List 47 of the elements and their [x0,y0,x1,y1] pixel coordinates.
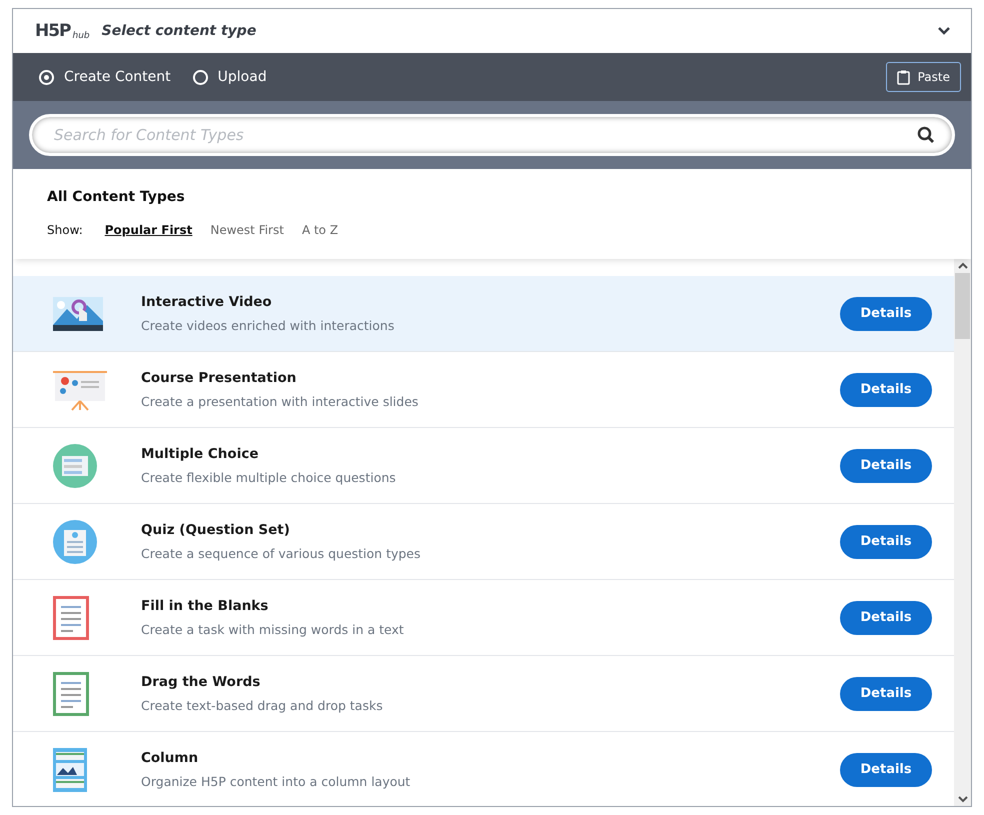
details-button[interactable]: Details [840,448,932,482]
search-icon[interactable] [917,126,935,144]
scrollbar-thumb[interactable] [955,273,970,339]
clipboard-icon [896,70,910,84]
content-type-description: Organize H5P content into a column layout [141,774,412,789]
sort-option-link[interactable]: Popular First [104,223,192,237]
content-type-description: Create a presentation with interactive slides [141,394,420,409]
radio-dot-icon[interactable] [39,70,54,84]
chevron-icon[interactable] [937,26,951,36]
text-page-icon [53,596,89,640]
column-layout-icon [53,748,87,792]
details-button[interactable]: Details [840,524,932,558]
content-type-title: Drag the Words [141,674,262,690]
quiz-sheet-icon [53,520,97,564]
text-page-icon [53,672,89,716]
content-type-description: Create a sequence of various question types [141,546,422,561]
content-type-title: Interactive Video [141,294,273,310]
search-field[interactable]: Search for Content Types [29,114,955,156]
presentation-board-icon [53,368,107,410]
sort-option-link[interactable]: A to Z [302,223,338,237]
checklist-icon [53,444,97,488]
mode-radio[interactable]: Create Content [39,69,171,85]
content-type-title: Course Presentation [141,370,298,386]
mode-radio[interactable]: Upload [192,69,267,85]
content-type-description: Create a task with missing words in a text [141,622,405,637]
content-type-title: Fill in the Blanks [141,598,270,614]
content-type-description: Create flexible multiple choice questions [141,470,397,485]
details-button[interactable]: Details [840,600,932,634]
content-type-description: Create videos enriched with interactions [141,318,396,333]
scrollbar[interactable] [954,259,971,806]
content-type-description: Create text-based drag and drop tasks [141,698,384,713]
logo: H5Phub [35,21,90,41]
paste-button[interactable]: Paste [886,62,961,92]
content-type-title: Multiple Choice [141,446,260,462]
details-button[interactable]: Details [840,752,932,786]
panel-title: Select content type [102,23,258,39]
radio-dot-icon[interactable] [192,70,208,84]
sort-label: Show: [47,223,83,237]
details-button[interactable]: Details [840,296,932,330]
content-type-row[interactable]: Interactive Video Create videos enriched with interactions Details [13,276,954,352]
content-type-title: Quiz (Question Set) [141,522,291,538]
details-button[interactable]: Details [840,676,932,710]
section-title: All Content Types [47,189,186,205]
video-icon [53,296,103,330]
content-type-title: Column [141,750,200,766]
sort-option-link[interactable]: Newest First [210,223,284,237]
details-button[interactable]: Details [840,372,932,406]
